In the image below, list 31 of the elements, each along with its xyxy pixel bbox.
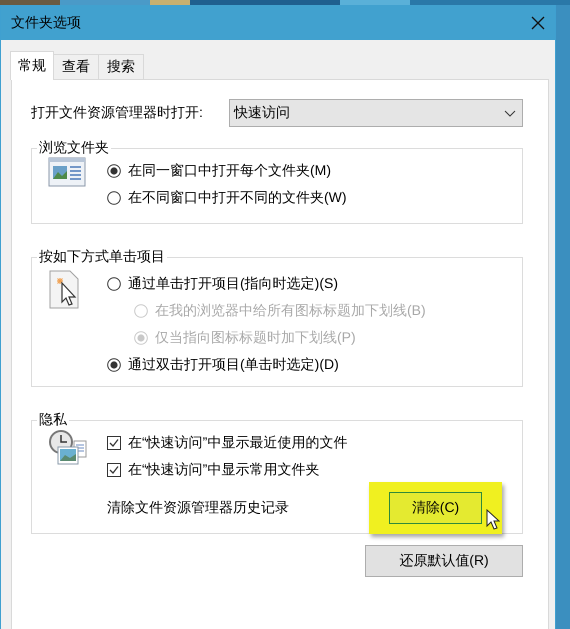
checkbox[interactable] — [107, 436, 121, 450]
option-label: 通过单击打开项目(指向时选定)(S) — [128, 274, 338, 292]
radio-button[interactable] — [107, 164, 121, 178]
dropdown[interactable]: 快速访问 — [229, 99, 523, 127]
checkbox[interactable] — [107, 462, 121, 476]
restore-defaults-button[interactable]: 还原默认值(R) — [365, 545, 523, 577]
open-with-label: 打开文件资源管理器时打开: — [31, 104, 203, 122]
group-title: 按如下方式单击项目 — [38, 248, 166, 266]
window-title: 文件夹选项 — [11, 14, 81, 32]
tab[interactable]: 常规 — [10, 51, 54, 80]
option-label: 在“快速访问”中显示最近使用的文件 — [128, 434, 348, 452]
option-label: 通过双击打开项目(单击时选定)(D) — [128, 356, 339, 374]
radio-button[interactable] — [107, 358, 121, 372]
tab[interactable]: 搜索 — [98, 54, 144, 79]
option-label: 在同一窗口中打开每个文件夹(M) — [128, 162, 331, 180]
clear-button[interactable]: 清除(C) — [389, 492, 482, 524]
option-label: 在不同窗口中打开不同的文件夹(W) — [128, 188, 347, 206]
close-icon[interactable] — [531, 16, 545, 30]
option-label: 仅当指向图标标题时加下划线(P) — [155, 328, 356, 346]
radio-button[interactable] — [107, 276, 121, 290]
group-title: 浏览文件夹 — [38, 139, 110, 157]
radio-button[interactable] — [107, 190, 121, 204]
chevron-down-icon — [504, 110, 516, 116]
cursor-icon — [48, 270, 80, 310]
clock-pictures-icon — [48, 429, 88, 467]
group-title: 隐私 — [38, 411, 68, 429]
option-label: 在“快速访问”中显示常用文件夹 — [128, 460, 320, 478]
pointer-icon — [486, 509, 500, 530]
option-label: 在我的浏览器中给所有图标标题加下划线(B) — [155, 302, 426, 320]
clear-history-label: 清除文件资源管理器历史记录 — [107, 499, 289, 517]
window-icon — [48, 157, 86, 187]
